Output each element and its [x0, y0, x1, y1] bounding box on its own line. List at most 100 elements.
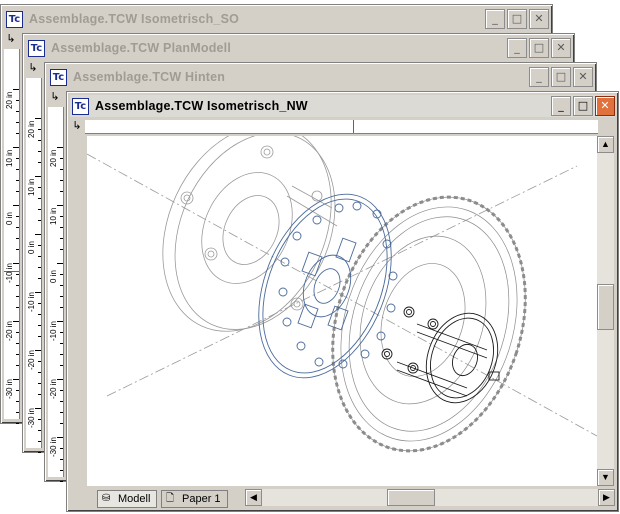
- ruler-tick: [13, 89, 19, 90]
- ruler-tick: [38, 220, 41, 221]
- ruler-tick: [16, 390, 19, 391]
- ruler-label: 0 in: [27, 241, 36, 254]
- app-icon: Tc: [6, 10, 23, 28]
- ruler-tick: [60, 459, 63, 460]
- ruler-tick: [38, 187, 41, 188]
- title-bar[interactable]: Tc Assemblage.TCW Hinten _ □ ✕: [48, 66, 593, 88]
- ruler-tick: [16, 401, 19, 402]
- ruler-tick: [13, 147, 19, 148]
- ruler-tick: [60, 216, 63, 217]
- ruler-label: -30 in: [27, 407, 36, 428]
- ruler-tick: [35, 408, 41, 409]
- ruler-tick: [16, 354, 19, 355]
- ruler-label: 20 in: [27, 120, 36, 138]
- ruler-tick: [60, 448, 63, 449]
- ruler-tick: [38, 383, 41, 384]
- ruler-tick: [57, 205, 63, 206]
- close-button[interactable]: ✕: [529, 9, 549, 29]
- ruler-tick: [38, 361, 41, 362]
- scroll-down-button[interactable]: ▼: [597, 469, 614, 486]
- scroll-right-button[interactable]: ▶: [598, 489, 615, 506]
- horizontal-ruler: [85, 120, 598, 134]
- ruler-tick: [60, 249, 63, 250]
- close-button[interactable]: ✕: [595, 96, 615, 116]
- ruler-tick: [38, 303, 41, 304]
- ruler-tick: [16, 285, 19, 286]
- drawing-canvas[interactable]: [86, 124, 598, 486]
- ruler-tick: [60, 274, 63, 275]
- ruler-tick: [16, 133, 19, 134]
- tab-modell[interactable]: ⛁ Modell: [97, 490, 158, 508]
- title-bar[interactable]: Tc Assemblage.TCW Isometrisch_SO _ □ ✕: [4, 8, 549, 30]
- coupling: [381, 306, 500, 404]
- ruler-tick: [38, 336, 41, 337]
- minimize-button[interactable]: _: [529, 67, 549, 87]
- ruler-tick: [60, 423, 63, 424]
- ruler-tick: [38, 314, 41, 315]
- minimize-button[interactable]: _: [551, 96, 571, 116]
- ruler-tick: [16, 365, 19, 366]
- vertical-scroll-thumb[interactable]: [597, 284, 614, 330]
- maximize-button[interactable]: □: [507, 9, 527, 29]
- ruler-label: 10 in: [5, 149, 14, 167]
- close-button[interactable]: ✕: [573, 67, 593, 87]
- app-icon: Tc: [28, 39, 45, 57]
- vertical-scrollbar[interactable]: ▲ ▼: [597, 136, 614, 486]
- corner-icon[interactable]: ↳: [26, 61, 40, 75]
- ruler-tick: [13, 263, 19, 264]
- corner-icon[interactable]: ↳: [4, 32, 18, 46]
- ruler-tick: [35, 292, 41, 293]
- ruler-label: -30 in: [5, 378, 14, 399]
- ruler-tick: [60, 285, 63, 286]
- app-icon: Tc: [50, 68, 67, 86]
- maximize-button[interactable]: □: [573, 96, 593, 116]
- minimize-button[interactable]: _: [485, 9, 505, 29]
- ruler-tick: [16, 227, 19, 228]
- ruler-tick: [16, 158, 19, 159]
- ruler-tick: [35, 118, 41, 119]
- ruler-tick: [16, 169, 19, 170]
- scroll-up-button[interactable]: ▲: [597, 136, 614, 153]
- maximize-button[interactable]: □: [551, 67, 571, 87]
- model-icon: ⛁: [102, 493, 111, 504]
- tab-paper-1[interactable]: 🗋 Paper 1: [161, 490, 228, 508]
- ruler-tick: [60, 401, 63, 402]
- ruler-label: 20 in: [49, 149, 58, 167]
- vertical-ruler: 20 in 10 in 0 in -10 in -20 in -30 in: [48, 107, 64, 482]
- sheet-tab-bar: ⛁ Modell 🗋 Paper 1 ◀ ▶: [91, 488, 615, 508]
- ruler-tick: [16, 412, 19, 413]
- horizontal-scroll-thumb[interactable]: [387, 489, 435, 506]
- title-bar[interactable]: Tc Assemblage.TCW PlanModell _ □ ✕: [26, 37, 571, 59]
- ruler-tick: [38, 441, 41, 442]
- maximize-button[interactable]: □: [529, 38, 549, 58]
- ruler-tick: [60, 191, 63, 192]
- ruler-tick: [60, 412, 63, 413]
- ruler-label: -20 in: [5, 320, 14, 341]
- ruler-tick: [60, 227, 63, 228]
- scroll-left-button[interactable]: ◀: [245, 489, 262, 506]
- ruler-tick: [38, 419, 41, 420]
- title-bar[interactable]: Tc Assemblage.TCW Isometrisch_NW _ □ ✕: [70, 95, 615, 117]
- ruler-tick: [16, 296, 19, 297]
- ruler-label: -10 in: [5, 262, 14, 283]
- close-button[interactable]: ✕: [551, 38, 571, 58]
- ruler-tick: [16, 191, 19, 192]
- ruler-tick: [60, 296, 63, 297]
- ruler-tick: [16, 249, 19, 250]
- corner-icon[interactable]: ↳: [70, 119, 84, 133]
- horizontal-scrollbar[interactable]: ◀ ▶: [245, 489, 615, 506]
- ruler-tick: [16, 343, 19, 344]
- ruler-label: 20 in: [5, 91, 14, 109]
- ruler-label: 10 in: [49, 207, 58, 225]
- ruler-tick: [60, 365, 63, 366]
- ruler-tick: [16, 100, 19, 101]
- ruler-tick: [13, 205, 19, 206]
- ruler-tick: [38, 209, 41, 210]
- ruler-tick: [38, 162, 41, 163]
- paper-icon: 🗋: [166, 493, 175, 504]
- window-isometrisch-nw[interactable]: Tc Assemblage.TCW Isometrisch_NW _ □ ✕ ↳: [66, 91, 619, 512]
- tab-label: Paper 1: [182, 493, 221, 505]
- ruler-tick: [38, 245, 41, 246]
- minimize-button[interactable]: _: [507, 38, 527, 58]
- corner-icon[interactable]: ↳: [48, 90, 62, 104]
